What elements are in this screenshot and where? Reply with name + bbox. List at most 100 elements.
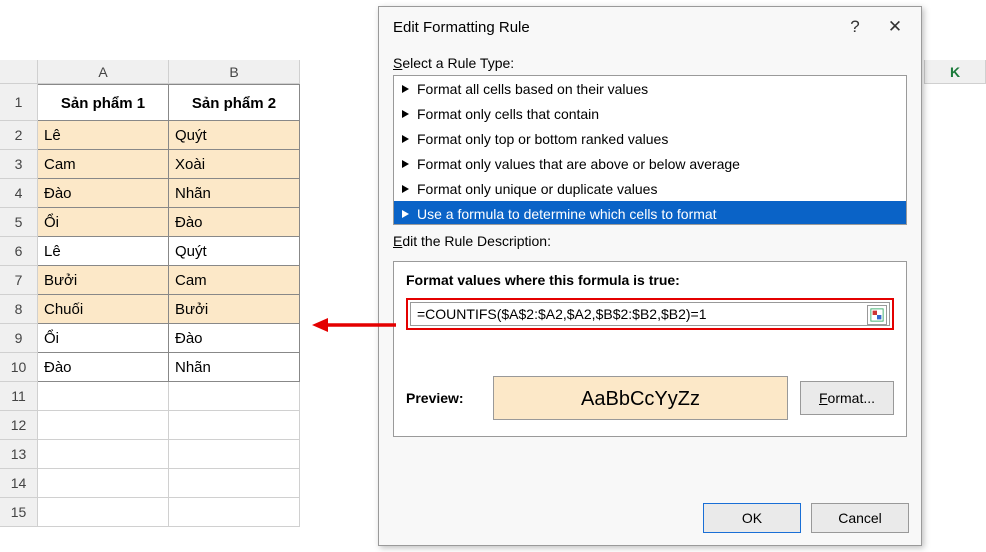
column-header-B[interactable]: B	[169, 60, 300, 84]
empty-cell[interactable]	[169, 498, 300, 527]
row-header[interactable]: 10	[0, 353, 38, 382]
cancel-button[interactable]: Cancel	[811, 503, 909, 533]
row-header[interactable]: 12	[0, 411, 38, 440]
table-row: 6LêQuýt	[0, 237, 300, 266]
selectall-corner[interactable]	[0, 60, 38, 84]
rule-type-label: Format only top or bottom ranked values	[417, 131, 668, 147]
data-cell[interactable]: Đào	[38, 353, 169, 382]
data-cell[interactable]: Nhãn	[169, 179, 300, 208]
caret-icon	[402, 85, 409, 93]
formula-highlight-box	[406, 298, 894, 330]
row-header[interactable]: 6	[0, 237, 38, 266]
data-cell[interactable]: Chuối	[38, 295, 169, 324]
empty-cell[interactable]	[38, 382, 169, 411]
data-cell[interactable]: Lê	[38, 121, 169, 150]
data-cell[interactable]: Bưởi	[38, 266, 169, 295]
dialog-titlebar[interactable]: Edit Formatting Rule ? ✕	[379, 7, 921, 47]
row-header[interactable]: 5	[0, 208, 38, 237]
data-cell[interactable]: Xoài	[169, 150, 300, 179]
empty-cell[interactable]	[38, 498, 169, 527]
row-header[interactable]: 15	[0, 498, 38, 527]
caret-icon	[402, 185, 409, 193]
table-row: 13	[0, 440, 300, 469]
empty-cell[interactable]	[38, 411, 169, 440]
row-header[interactable]: 8	[0, 295, 38, 324]
column-data-header[interactable]: Sản phẩm 1	[38, 84, 169, 121]
row-header[interactable]: 9	[0, 324, 38, 353]
dialog-title: Edit Formatting Rule	[393, 19, 835, 36]
empty-cell[interactable]	[38, 440, 169, 469]
table-row: 1Sản phẩm 1Sản phẩm 2	[0, 84, 300, 121]
rule-type-item[interactable]: Format only values that are above or bel…	[394, 151, 906, 176]
formula-header: Format values where this formula is true…	[406, 272, 894, 288]
data-cell[interactable]: Lê	[38, 237, 169, 266]
row-header[interactable]: 4	[0, 179, 38, 208]
caret-icon	[402, 210, 409, 218]
empty-cell[interactable]	[169, 440, 300, 469]
select-rule-type-label: Select a Rule Type:	[379, 47, 921, 75]
data-cell[interactable]: Quýt	[169, 237, 300, 266]
rule-type-label: Format only values that are above or bel…	[417, 156, 740, 172]
empty-cell[interactable]	[38, 469, 169, 498]
edit-rule-description-label: Edit the Rule Description:	[379, 225, 921, 253]
row-header[interactable]: 14	[0, 469, 38, 498]
rule-type-label: Format all cells based on their values	[417, 81, 648, 97]
table-row: 10ĐàoNhãn	[0, 353, 300, 382]
data-cell[interactable]: Đào	[169, 208, 300, 237]
rule-type-list[interactable]: Format all cells based on their values Fo…	[393, 75, 907, 225]
rule-description-panel: Format values where this formula is true…	[393, 261, 907, 437]
rule-type-item[interactable]: Format only unique or duplicate values	[394, 176, 906, 201]
row-header[interactable]: 7	[0, 266, 38, 295]
close-button[interactable]: ✕	[875, 11, 915, 43]
rule-type-item[interactable]: Format only top or bottom ranked values	[394, 126, 906, 151]
data-cell[interactable]: Cam	[38, 150, 169, 179]
table-row: 3CamXoài	[0, 150, 300, 179]
data-cell[interactable]: Cam	[169, 266, 300, 295]
empty-cell[interactable]	[169, 411, 300, 440]
spreadsheet-grid: A B 1Sản phẩm 1Sản phẩm 22LêQuýt3CamXoài…	[0, 60, 300, 527]
column-header-A[interactable]: A	[38, 60, 169, 84]
ok-button[interactable]: OK	[703, 503, 801, 533]
rule-type-item[interactable]: Use a formula to determine which cells t…	[394, 201, 906, 225]
formula-input[interactable]	[410, 302, 890, 326]
help-button[interactable]: ?	[835, 11, 875, 43]
caret-icon	[402, 135, 409, 143]
data-cell[interactable]: Ổi	[38, 324, 169, 353]
data-cell[interactable]: Bưởi	[169, 295, 300, 324]
column-header-K[interactable]: K	[924, 60, 986, 84]
format-button[interactable]: Format...	[800, 381, 894, 415]
rule-type-label: Format only unique or duplicate values	[417, 181, 657, 197]
table-row: 7BưởiCam	[0, 266, 300, 295]
range-selector-icon[interactable]	[867, 305, 887, 325]
table-row: 12	[0, 411, 300, 440]
table-row: 5ỔiĐào	[0, 208, 300, 237]
data-cell[interactable]: Ổi	[38, 208, 169, 237]
row-header[interactable]: 13	[0, 440, 38, 469]
edit-formatting-rule-dialog: Edit Formatting Rule ? ✕ Select a Rule T…	[378, 6, 922, 546]
rule-type-item[interactable]: Format only cells that contain	[394, 101, 906, 126]
row-header[interactable]: 3	[0, 150, 38, 179]
empty-cell[interactable]	[169, 469, 300, 498]
row-header[interactable]: 2	[0, 121, 38, 150]
rule-type-item[interactable]: Format all cells based on their values	[394, 76, 906, 101]
format-preview: AaBbCcYyZz	[493, 376, 788, 420]
data-cell[interactable]: Đào	[38, 179, 169, 208]
table-row: 15	[0, 498, 300, 527]
empty-cell[interactable]	[169, 382, 300, 411]
table-row: 14	[0, 469, 300, 498]
preview-label: Preview:	[406, 390, 481, 406]
data-cell[interactable]: Nhãn	[169, 353, 300, 382]
table-row: 8ChuốiBưởi	[0, 295, 300, 324]
column-data-header[interactable]: Sản phẩm 2	[169, 84, 300, 121]
table-row: 11	[0, 382, 300, 411]
row-header[interactable]: 11	[0, 382, 38, 411]
rule-type-label: Format only cells that contain	[417, 106, 599, 122]
data-cell[interactable]: Quýt	[169, 121, 300, 150]
data-cell[interactable]: Đào	[169, 324, 300, 353]
caret-icon	[402, 110, 409, 118]
row-header[interactable]: 1	[0, 84, 38, 121]
table-row: 9ỔiĐào	[0, 324, 300, 353]
rule-type-label: Use a formula to determine which cells t…	[417, 206, 717, 222]
caret-icon	[402, 160, 409, 168]
table-row: 4ĐàoNhãn	[0, 179, 300, 208]
